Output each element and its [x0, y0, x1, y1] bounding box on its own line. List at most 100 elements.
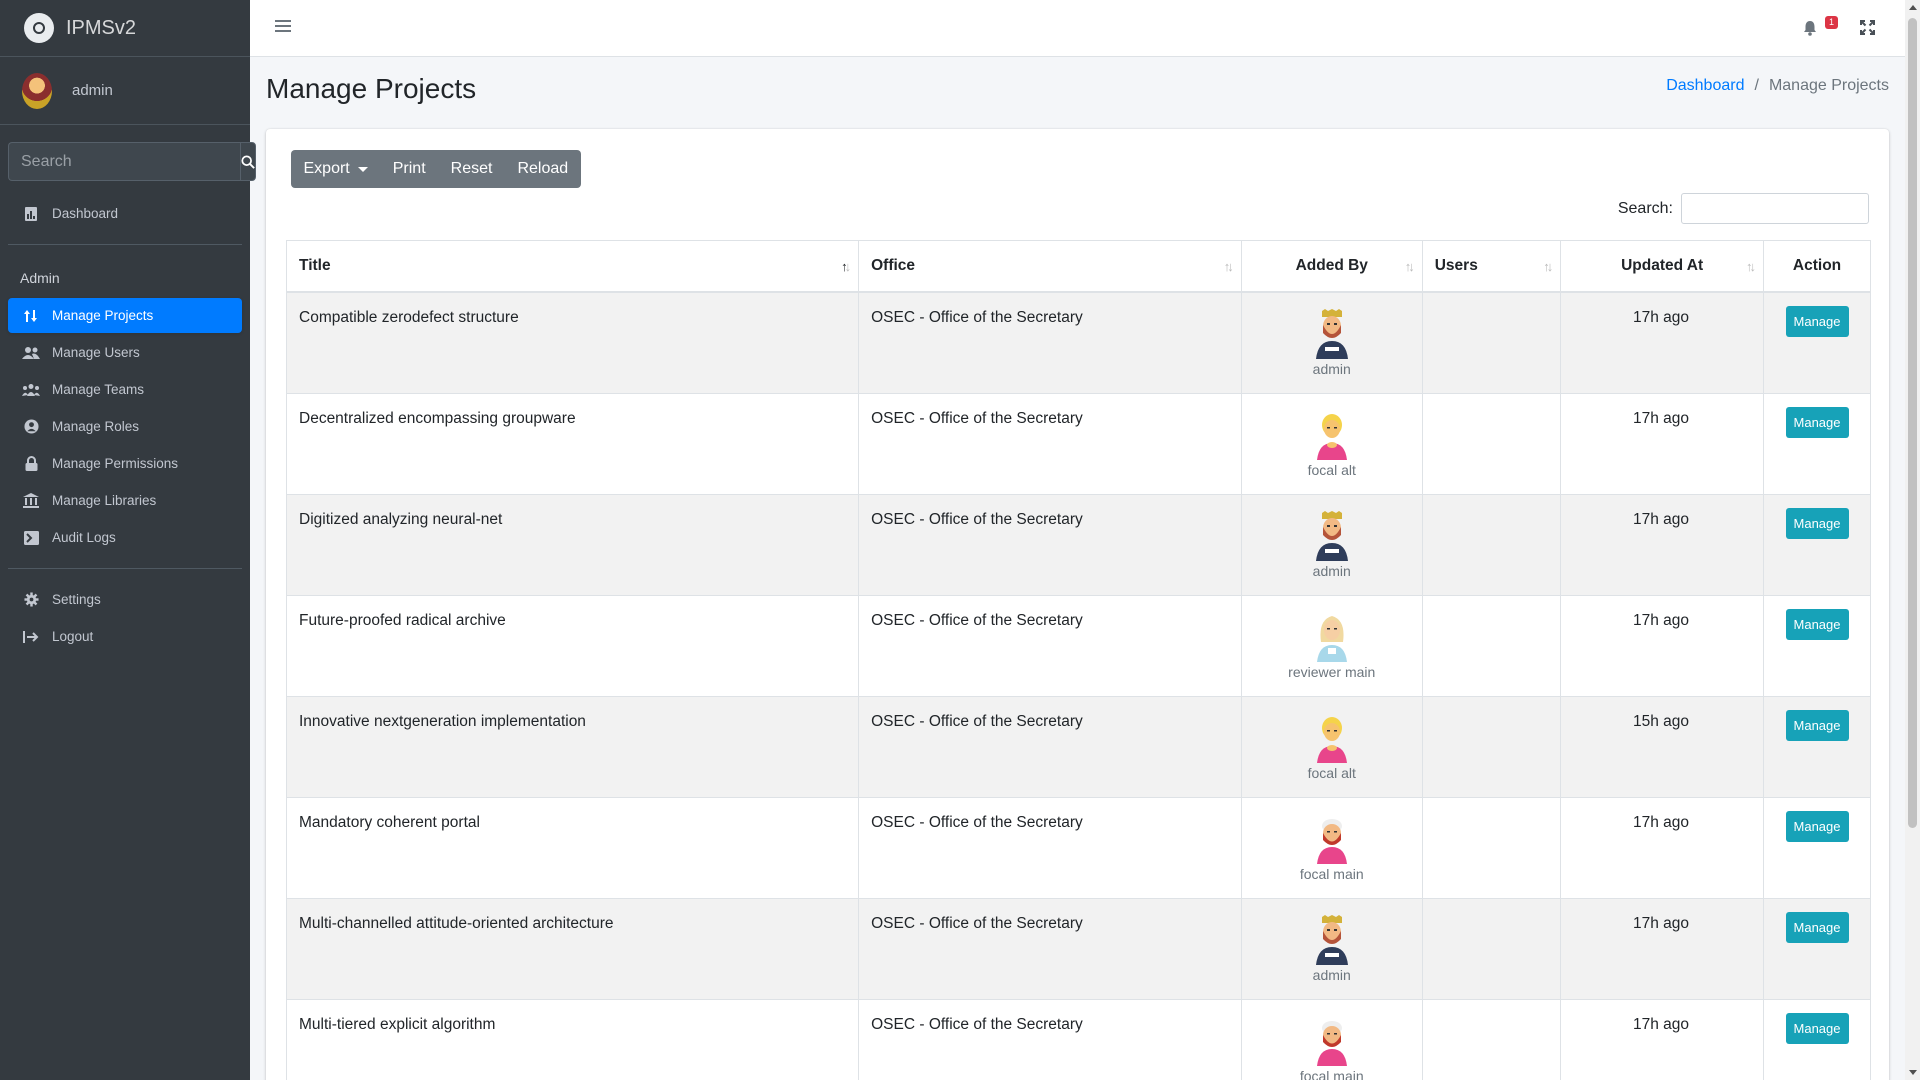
sidebar-item-dashboard[interactable]: Dashboard [8, 196, 242, 231]
breadcrumb-current: Manage Projects [1768, 77, 1889, 94]
user-name[interactable]: admin [72, 82, 113, 99]
sort-asc-icon: ↑↓ [841, 259, 851, 274]
added-by-name: focal alt [1307, 764, 1356, 781]
user-panel[interactable]: admin [0, 57, 250, 125]
reload-button[interactable]: Reload [504, 150, 581, 188]
manage-button[interactable]: Manage [1785, 608, 1849, 640]
cell-added-by: admin [1240, 493, 1423, 596]
fullscreen-icon[interactable] [1860, 20, 1875, 35]
project-title: Mandatory coherent portal [299, 813, 480, 831]
lock-icon [22, 456, 40, 472]
cell-users [1421, 291, 1562, 394]
manage-button[interactable]: Manage [1785, 1012, 1849, 1044]
cell-users [1421, 493, 1562, 596]
cell-office: OSEC - Office of the Secretary [858, 897, 1242, 1000]
sidebar-item-logout[interactable]: Logout [8, 619, 242, 654]
column-header-updated-at[interactable]: Updated At ↑↓ [1560, 240, 1765, 293]
sidebar-item-label: Manage Permissions [52, 456, 179, 471]
manage-button[interactable]: Manage [1785, 911, 1849, 943]
cell-action: Manage [1763, 291, 1871, 394]
column-header-label: Added By [1295, 256, 1368, 274]
teams-icon [22, 382, 40, 398]
project-title: Future-proofed radical archive [299, 611, 506, 629]
breadcrumb: Dashboard / Manage Projects [1666, 77, 1889, 95]
project-office: OSEC - Office of the Secretary [871, 510, 1083, 528]
manage-button[interactable]: Manage [1785, 709, 1849, 741]
column-header-added-by[interactable]: Added By ↑↓ [1240, 240, 1423, 293]
table-row: Mandatory coherent portal OSEC - Office o… [285, 796, 1871, 899]
cell-added-by: admin [1240, 897, 1423, 1000]
sidebar-item-manage-roles[interactable]: Manage Roles [8, 409, 242, 444]
sidebar-item-manage-teams[interactable]: Manage Teams [8, 372, 242, 407]
manage-button[interactable]: Manage [1785, 305, 1849, 337]
cell-action: Manage [1763, 897, 1871, 1000]
manage-button[interactable]: Manage [1785, 507, 1849, 539]
sidebar-item-manage-permissions[interactable]: Manage Permissions [8, 446, 242, 481]
column-header-users[interactable]: Users ↑↓ [1421, 240, 1562, 293]
cell-title: Compatible zerodefect structure [285, 291, 860, 394]
page-title: Manage Projects [266, 73, 477, 104]
sidebar-item-manage-projects[interactable]: Manage Projects [8, 298, 242, 333]
scroll-up-icon[interactable] [1909, 5, 1917, 10]
cell-office: OSEC - Office of the Secretary [858, 695, 1242, 798]
project-office: OSEC - Office of the Secretary [871, 1015, 1083, 1033]
project-updated-at: 17h ago [1633, 308, 1690, 326]
sidebar-item-audit-logs[interactable]: Audit Logs [8, 520, 242, 555]
cell-updated-at: 17h ago [1560, 594, 1765, 697]
added-by-name: admin [1312, 360, 1351, 377]
cell-users [1421, 796, 1562, 899]
column-header-label: Users [1434, 256, 1478, 274]
project-updated-at: 17h ago [1633, 813, 1690, 831]
added-by-name: reviewer main [1288, 663, 1376, 680]
column-header-office[interactable]: Office ↑↓ [858, 240, 1242, 293]
brand-name: IPMSv2 [66, 16, 137, 39]
project-office: OSEC - Office of the Secretary [871, 813, 1083, 831]
cell-action: Manage [1763, 594, 1871, 697]
project-title: Multi-channelled attitude-oriented archi… [299, 914, 614, 932]
dashboard-icon [22, 206, 40, 222]
project-title: Compatible zerodefect structure [299, 308, 519, 326]
reset-button[interactable]: Reset [438, 150, 505, 188]
print-button[interactable]: Print [380, 150, 439, 188]
project-office: OSEC - Office of the Secretary [871, 914, 1083, 932]
cell-office: OSEC - Office of the Secretary [858, 594, 1242, 697]
cell-updated-at: 17h ago [1560, 796, 1765, 899]
notification-bell-icon[interactable] [1803, 20, 1817, 41]
sidebar-item-manage-libraries[interactable]: Manage Libraries [8, 483, 242, 518]
sidebar-item-label: Settings [52, 592, 101, 607]
cell-updated-at: 15h ago [1560, 695, 1765, 798]
added-by-name: focal main [1299, 1067, 1364, 1080]
top-navbar: 1 [250, 0, 1905, 57]
scrollbar-thumb[interactable] [1908, 18, 1917, 828]
library-icon [22, 493, 40, 509]
column-header-title[interactable]: Title ↑↓ [285, 240, 860, 293]
sidebar-divider [8, 244, 242, 245]
manage-button[interactable]: Manage [1785, 406, 1849, 438]
user-avatar [22, 72, 52, 109]
gear-icon [22, 592, 40, 608]
manage-button[interactable]: Manage [1785, 810, 1849, 842]
table-header-row: Title ↑↓ Office ↑↓ Added By ↑↓ Users ↑↓ Upda… [285, 240, 1871, 293]
sort-icon: ↑↓ [1746, 259, 1756, 274]
page-scrollbar[interactable] [1905, 0, 1920, 1080]
sidebar-item-manage-users[interactable]: Manage Users [8, 335, 242, 370]
added-by-user: focal main [1254, 1016, 1410, 1080]
table-search-label: Search: [1617, 199, 1673, 217]
sort-icon: ↑↓ [1543, 259, 1553, 274]
hamburger-menu-icon[interactable] [275, 20, 291, 34]
sidebar-search-input[interactable] [8, 142, 240, 181]
breadcrumb-dashboard-link[interactable]: Dashboard [1666, 77, 1744, 94]
project-office: OSEC - Office of the Secretary [871, 409, 1083, 427]
users-icon [22, 345, 40, 361]
project-updated-at: 17h ago [1633, 1015, 1690, 1033]
user-avatar [1312, 814, 1352, 864]
brand-link[interactable]: IPMSv2 [0, 0, 250, 57]
scroll-down-icon[interactable] [1909, 1070, 1917, 1075]
sidebar-item-settings[interactable]: Settings [8, 582, 242, 617]
cell-office: OSEC - Office of the Secretary [858, 493, 1242, 596]
table-search-input[interactable] [1681, 193, 1869, 224]
project-title: Innovative nextgeneration implementation [299, 712, 586, 730]
export-button[interactable]: Export [291, 150, 381, 188]
cell-updated-at: 17h ago [1560, 998, 1765, 1080]
sidebar-item-label: Manage Libraries [52, 493, 157, 508]
